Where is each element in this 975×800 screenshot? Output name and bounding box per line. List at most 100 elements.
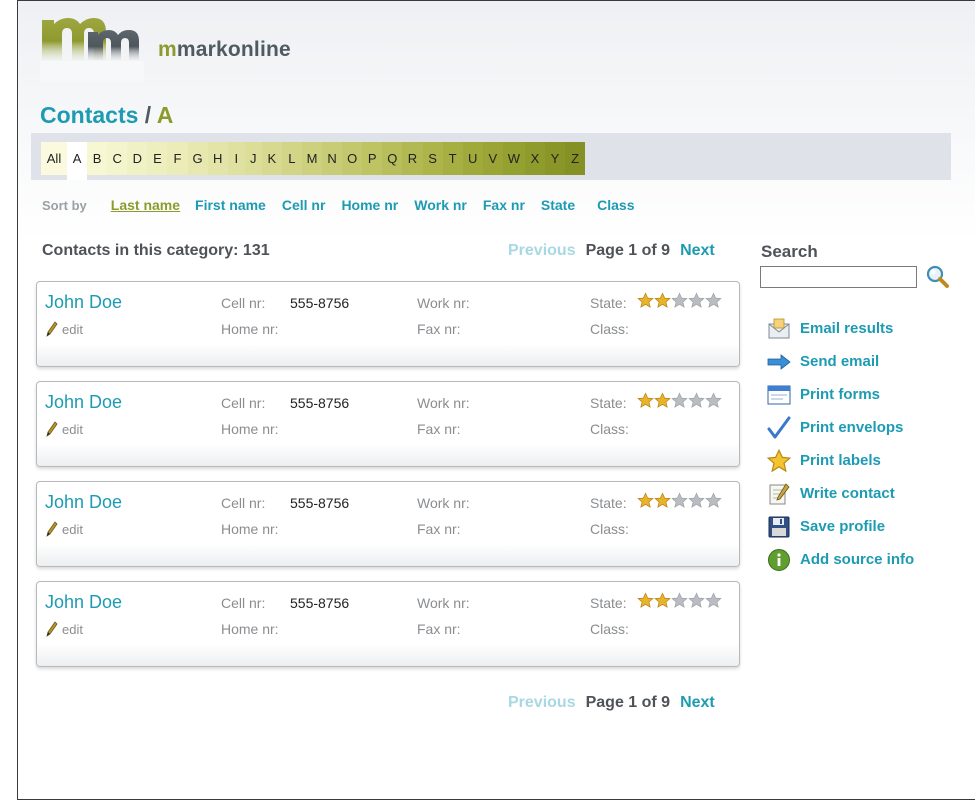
state-rating[interactable] <box>637 492 722 509</box>
action-print-forms[interactable]: Print forms <box>766 378 914 411</box>
star-filled-icon[interactable] <box>637 292 654 309</box>
pencil-icon[interactable] <box>46 621 58 637</box>
action-print-labels[interactable]: Print labels <box>766 444 914 477</box>
action-label[interactable]: Print envelops <box>800 419 903 436</box>
star-filled-icon[interactable] <box>637 592 654 609</box>
sort-state[interactable]: State <box>541 197 575 213</box>
action-label[interactable]: Email results <box>800 320 893 337</box>
alphabet-letter-s[interactable]: S <box>422 142 443 175</box>
star-filled-icon[interactable] <box>637 392 654 409</box>
alphabet-letter-c[interactable]: C <box>107 142 128 175</box>
previous-page-link[interactable]: Previous <box>508 242 576 260</box>
star-empty-icon[interactable] <box>671 292 688 309</box>
alphabet-letter-g[interactable]: G <box>187 142 208 175</box>
edit-link[interactable]: edit <box>46 621 83 637</box>
arrow-right-icon[interactable] <box>766 349 792 375</box>
alphabet-letter-p[interactable]: P <box>362 142 383 175</box>
sort-home-nr[interactable]: Home nr <box>341 197 398 213</box>
star-empty-icon[interactable] <box>671 492 688 509</box>
star-filled-icon[interactable] <box>654 292 671 309</box>
alphabet-letter-all[interactable]: All <box>41 142 67 175</box>
alphabet-letter-e[interactable]: E <box>147 142 168 175</box>
edit-link[interactable]: edit <box>46 421 83 437</box>
alphabet-letter-u[interactable]: U <box>462 142 483 175</box>
notepad-pencil-icon[interactable] <box>766 481 792 507</box>
star-empty-icon[interactable] <box>671 392 688 409</box>
action-label[interactable]: Add source info <box>800 551 914 568</box>
alphabet-letter-h[interactable]: H <box>207 142 228 175</box>
edit-label[interactable]: edit <box>62 622 83 637</box>
alphabet-letter-d[interactable]: D <box>127 142 148 175</box>
action-save-profile[interactable]: Save profile <box>766 510 914 543</box>
sort-cell-nr[interactable]: Cell nr <box>282 197 326 213</box>
next-page-link[interactable]: Next <box>680 242 715 260</box>
action-write-contact[interactable]: Write contact <box>766 477 914 510</box>
edit-label[interactable]: edit <box>62 522 83 537</box>
envelope-icon[interactable] <box>766 316 792 342</box>
pencil-icon[interactable] <box>46 321 58 337</box>
alphabet-letter-y[interactable]: Y <box>544 142 566 175</box>
alphabet-letter-m[interactable]: M <box>301 142 323 175</box>
action-send-email[interactable]: Send email <box>766 345 914 378</box>
action-label[interactable]: Save profile <box>800 518 885 535</box>
alphabet-letter-w[interactable]: W <box>502 142 525 175</box>
alphabet-letter-j[interactable]: J <box>244 142 262 175</box>
checkmark-icon[interactable] <box>766 415 792 441</box>
alphabet-letter-t[interactable]: T <box>442 142 463 175</box>
alphabet-letter-l[interactable]: L <box>281 142 302 175</box>
star-empty-icon[interactable] <box>705 392 722 409</box>
search-input[interactable] <box>760 266 917 288</box>
star-empty-icon[interactable] <box>705 292 722 309</box>
alphabet-letter-n[interactable]: N <box>322 142 343 175</box>
state-rating[interactable] <box>637 592 722 609</box>
state-rating[interactable] <box>637 292 722 309</box>
star-empty-icon[interactable] <box>705 592 722 609</box>
alphabet-letter-k[interactable]: K <box>261 142 282 175</box>
alphabet-letter-v[interactable]: V <box>482 142 503 175</box>
action-label[interactable]: Print labels <box>800 452 881 469</box>
sort-last-name[interactable]: Last name <box>111 197 180 213</box>
action-label[interactable]: Send email <box>800 353 879 370</box>
star-empty-icon[interactable] <box>688 492 705 509</box>
search-button[interactable] <box>925 264 951 290</box>
alphabet-letter-r[interactable]: R <box>402 142 423 175</box>
action-add-source-info[interactable]: Add source info <box>766 543 914 576</box>
pencil-icon[interactable] <box>46 421 58 437</box>
contact-name[interactable]: John Doe <box>45 492 122 513</box>
edit-link[interactable]: edit <box>46 321 83 337</box>
alphabet-letter-z[interactable]: Z <box>565 142 586 175</box>
alphabet-letter-a[interactable]: A <box>67 142 88 180</box>
action-label[interactable]: Print forms <box>800 386 880 403</box>
action-label[interactable]: Write contact <box>800 485 895 502</box>
star-filled-icon[interactable] <box>654 592 671 609</box>
sort-work-nr[interactable]: Work nr <box>414 197 467 213</box>
action-print-envelops[interactable]: Print envelops <box>766 411 914 444</box>
previous-page-link[interactable]: Previous <box>508 694 576 712</box>
alphabet-letter-b[interactable]: B <box>87 142 108 175</box>
edit-label[interactable]: edit <box>62 422 83 437</box>
alphabet-letter-f[interactable]: F <box>167 142 188 175</box>
sort-first-name[interactable]: First name <box>195 197 266 213</box>
pencil-icon[interactable] <box>46 521 58 537</box>
contact-name[interactable]: John Doe <box>45 292 122 313</box>
alphabet-letter-x[interactable]: X <box>524 142 545 175</box>
contact-name[interactable]: John Doe <box>45 392 122 413</box>
star-empty-icon[interactable] <box>705 492 722 509</box>
sort-class[interactable]: Class <box>597 197 634 213</box>
star-empty-icon[interactable] <box>688 592 705 609</box>
edit-link[interactable]: edit <box>46 521 83 537</box>
star-empty-icon[interactable] <box>688 292 705 309</box>
star-filled-icon[interactable] <box>654 492 671 509</box>
info-icon[interactable] <box>766 547 792 573</box>
state-rating[interactable] <box>637 392 722 409</box>
next-page-link[interactable]: Next <box>680 694 715 712</box>
floppy-disk-icon[interactable] <box>766 514 792 540</box>
alphabet-letter-o[interactable]: O <box>342 142 363 175</box>
alphabet-letter-q[interactable]: Q <box>382 142 403 175</box>
star-filled-icon[interactable] <box>637 492 654 509</box>
form-window-icon[interactable] <box>766 382 792 408</box>
alphabet-letter-i[interactable]: I <box>227 142 245 175</box>
star-filled-icon[interactable] <box>654 392 671 409</box>
star-empty-icon[interactable] <box>688 392 705 409</box>
sort-fax-nr[interactable]: Fax nr <box>483 197 525 213</box>
